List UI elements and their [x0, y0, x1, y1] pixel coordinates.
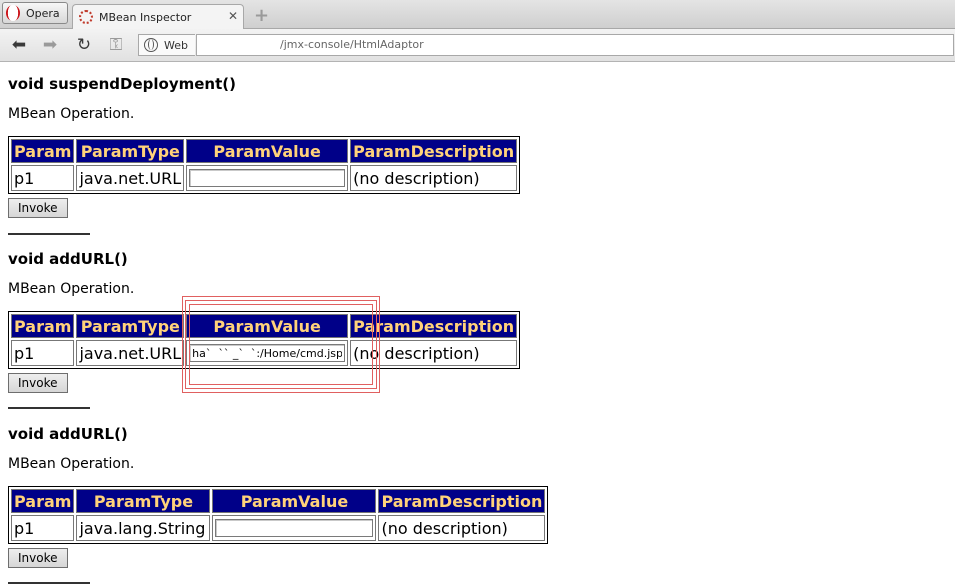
globe-icon — [144, 38, 158, 52]
param-value-input[interactable] — [215, 519, 374, 537]
params-table: Param ParamType ParamValue ParamDescript… — [8, 136, 521, 194]
param-value-input[interactable] — [189, 344, 346, 362]
header-paramdescription: ParamDescription — [378, 489, 546, 513]
param-type: java.net.URL — [76, 340, 185, 366]
separator — [8, 407, 90, 409]
address-url: /jmx-console/HtmlAdaptor — [280, 38, 424, 51]
tab-mbean-inspector[interactable]: MBean Inspector ✕ — [72, 4, 244, 29]
params-table: Param ParamType ParamValue ParamDescript… — [8, 486, 549, 544]
header-paramdescription: ParamDescription — [350, 314, 518, 338]
header-param: Param — [11, 139, 75, 163]
key-icon[interactable]: ⚿ — [106, 35, 126, 55]
operation-title: void addURL() — [8, 425, 128, 443]
param-value-cell — [212, 515, 377, 541]
separator — [8, 582, 90, 584]
param-value-cell — [186, 165, 349, 191]
param-name: p1 — [11, 515, 75, 541]
params-table: Param ParamType ParamValue ParamDescript… — [8, 311, 521, 369]
param-description: (no description) — [350, 340, 518, 366]
new-tab-icon[interactable]: + — [254, 5, 269, 26]
header-param: Param — [11, 314, 75, 338]
header-paramvalue: ParamValue — [186, 139, 349, 163]
separator — [8, 233, 90, 235]
header-paramdescription: ParamDescription — [350, 139, 518, 163]
loading-spinner-icon — [79, 10, 93, 24]
param-description: (no description) — [378, 515, 546, 541]
invoke-button[interactable]: Invoke — [8, 373, 68, 393]
header-paramtype: ParamType — [76, 314, 185, 338]
header-paramvalue: ParamValue — [212, 489, 377, 513]
opera-menu-label: Opera — [26, 6, 60, 20]
tab-strip: Opera MBean Inspector ✕ + — [0, 0, 955, 29]
param-name: p1 — [11, 165, 75, 191]
operation-description: MBean Operation. — [8, 281, 135, 297]
param-value-input[interactable] — [189, 169, 346, 187]
forward-icon[interactable]: ➡ — [40, 35, 60, 55]
address-scheme-label: Web — [164, 38, 188, 52]
operation-title: void addURL() — [8, 250, 128, 268]
invoke-button[interactable]: Invoke — [8, 198, 68, 218]
header-paramtype: ParamType — [76, 139, 185, 163]
address-scheme[interactable]: Web — [138, 34, 195, 56]
header-paramvalue: ParamValue — [186, 314, 349, 338]
operation-description: MBean Operation. — [8, 106, 135, 122]
reload-icon[interactable]: ↻ — [74, 35, 94, 55]
navigation-toolbar: ⬅ ➡ ↻ ⚿ Web /jmx-console/HtmlAdaptor — [0, 29, 955, 62]
back-icon[interactable]: ⬅ — [9, 35, 29, 55]
param-name: p1 — [11, 340, 75, 366]
operation-title: void suspendDeployment() — [8, 75, 236, 93]
param-value-cell — [186, 340, 349, 366]
param-type: java.lang.String — [76, 515, 211, 541]
tab-title: MBean Inspector — [99, 10, 192, 24]
invoke-button[interactable]: Invoke — [8, 548, 68, 568]
opera-menu-button[interactable]: Opera — [2, 2, 68, 24]
address-bar[interactable]: /jmx-console/HtmlAdaptor — [196, 34, 954, 56]
header-paramtype: ParamType — [76, 489, 211, 513]
opera-logo-icon — [6, 5, 20, 21]
header-param: Param — [11, 489, 75, 513]
param-description: (no description) — [350, 165, 518, 191]
operation-description: MBean Operation. — [8, 456, 135, 472]
param-type: java.net.URL — [76, 165, 185, 191]
close-icon[interactable]: ✕ — [228, 9, 238, 23]
